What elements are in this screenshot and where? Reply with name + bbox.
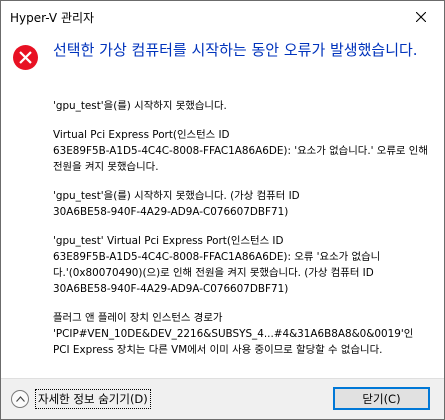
detail-paragraph: 'gpu_test'을(를) 시작하지 못했습니다.: [53, 100, 227, 112]
dialog-footer: 자세한 정보 숨기기(D) 닫기(C): [1, 378, 444, 419]
detail-paragraph: 플러그 앤 플레이 장치 인스턴스 경로가 'PCIP#VEN_10DE&DEV…: [53, 312, 414, 356]
detail-paragraph: Virtual Pci Express Port(인스턴스 ID 63E89F5…: [53, 129, 428, 173]
details-toggle[interactable]: 자세한 정보 숨기기(D): [11, 388, 151, 410]
error-details: 'gpu_test'을(를) 시작하지 못했습니다. Virtual Pci E…: [53, 98, 431, 371]
main-instruction: 선택한 가상 컴퓨터를 시작하는 동안 오류가 발생했습니다.: [53, 41, 418, 59]
title-close-button[interactable]: [398, 1, 444, 32]
detail-paragraph: 'gpu_test'을(를) 시작하지 못했습니다. (가상 컴퓨터 ID 30…: [53, 190, 300, 218]
window-title: Hyper-V 관리자: [10, 11, 95, 25]
details-toggle-label[interactable]: 자세한 정보 숨기기(D): [35, 389, 151, 409]
close-icon: [416, 11, 426, 22]
dialog-content: 선택한 가상 컴퓨터를 시작하는 동안 오류가 발생했습니다. 'gpu_tes…: [1, 32, 444, 378]
title-bar: Hyper-V 관리자: [1, 1, 444, 32]
error-dialog-window: Hyper-V 관리자 선택한 가상 컴퓨터를 시작하는 동안 오류가 발생했습…: [0, 0, 445, 420]
close-dialog-button[interactable]: 닫기(C): [333, 387, 430, 410]
detail-paragraph: 'gpu_test' Virtual Pci Express Port(인스턴스…: [53, 235, 381, 295]
chevron-up-icon[interactable]: [11, 390, 29, 408]
error-x-circle-icon: [13, 45, 38, 70]
